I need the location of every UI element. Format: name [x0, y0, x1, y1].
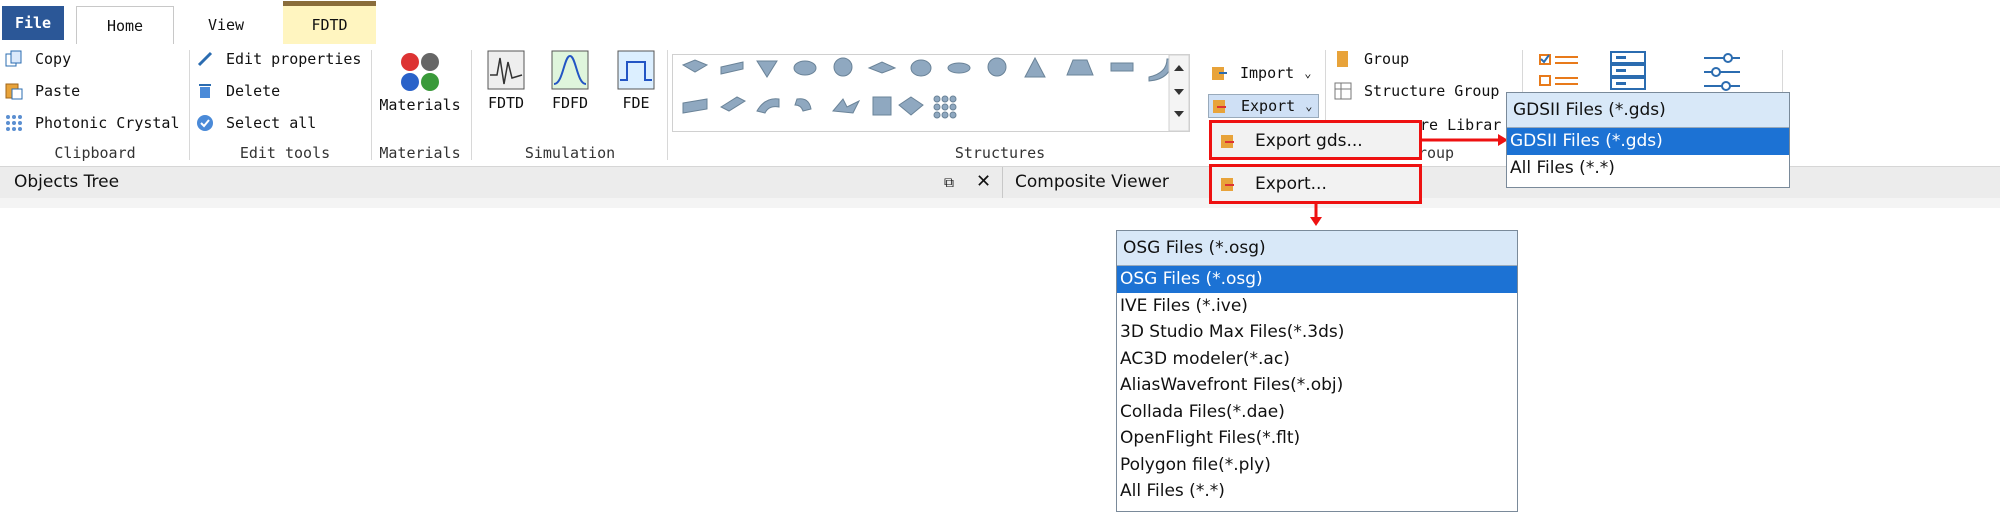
group-icon [1334, 50, 1352, 68]
edit-properties-button[interactable]: Edit properties [196, 50, 361, 68]
import-button[interactable]: Import ⌄ [1210, 64, 1311, 82]
group-label: Group [1364, 50, 1410, 68]
paste-label: Paste [35, 82, 81, 100]
structures-group-label: Structures [954, 144, 1046, 162]
export-button[interactable]: Export ⌄ [1208, 94, 1320, 118]
import-icon [1210, 64, 1228, 82]
photonic-crystal-label: Photonic Crystal [35, 114, 180, 132]
fdfd-icon [551, 50, 589, 90]
osg-option-dae[interactable]: Collada Files(*.dae) [1117, 399, 1517, 426]
ribbon-tabs: File Home View FDTD [0, 0, 2000, 45]
structure-group-icon [1334, 82, 1352, 100]
trash-icon [196, 82, 214, 100]
gds-option-all-files[interactable]: All Files (*.*) [1507, 155, 1789, 182]
paste-icon [5, 82, 23, 100]
pencil-icon [196, 50, 214, 68]
edit-tools-group-label: Edit tools [239, 144, 331, 162]
photonic-crystal-icon [5, 114, 23, 132]
copy-button[interactable]: Copy [5, 50, 71, 68]
check-circle-icon [196, 114, 214, 132]
group-divider [471, 50, 472, 160]
select-all-button[interactable]: Select all [196, 114, 316, 132]
structures-gallery[interactable] [672, 54, 1190, 132]
simulation-group-label: Simulation [524, 144, 616, 162]
osg-option-flt[interactable]: OpenFlight Files(*.flt) [1117, 425, 1517, 452]
fde-button[interactable]: FDE [614, 50, 658, 112]
materials-button[interactable]: Materials [378, 52, 462, 114]
edit-properties-label: Edit properties [226, 50, 362, 68]
fde-label: FDE [622, 94, 650, 112]
structure-group-button[interactable]: Structure Group [1334, 82, 1499, 100]
group-divider [189, 50, 190, 160]
osg-option-obj[interactable]: AliasWavefront Files(*.obj) [1117, 372, 1517, 399]
composite-viewer-title: Composite Viewer [1015, 172, 1169, 192]
paste-button[interactable]: Paste [5, 82, 80, 100]
highlight-box [1209, 164, 1422, 204]
export-label: Export [1241, 97, 1296, 115]
arrow-right-icon [1422, 134, 1508, 146]
chevron-down-icon: ⌄ [1304, 66, 1312, 80]
group-divider [667, 50, 668, 160]
restore-icon[interactable]: ⧉ [944, 175, 954, 191]
osg-option-ac[interactable]: AC3D modeler(*.ac) [1117, 346, 1517, 373]
copy-icon [5, 50, 23, 68]
osg-option-ive[interactable]: IVE Files (*.ive) [1117, 293, 1517, 320]
panel-divider [1002, 167, 1003, 199]
gds-dropdown-header[interactable]: GDSII Files (*.gds) [1507, 93, 1789, 128]
arrow-down-icon [1310, 204, 1322, 226]
group-divider [371, 50, 372, 160]
settings-sliders-icon[interactable] [1702, 52, 1742, 96]
server-icon[interactable] [1608, 50, 1648, 96]
fdtd-button[interactable]: FDTD [484, 50, 528, 112]
tab-file[interactable]: File [2, 6, 64, 40]
list-view-icon[interactable] [1538, 52, 1580, 96]
photonic-crystal-button[interactable]: Photonic Crystal [5, 114, 180, 132]
osg-option-osg[interactable]: OSG Files (*.osg) [1117, 266, 1517, 293]
osg-option-3ds[interactable]: 3D Studio Max Files(*.3ds) [1117, 319, 1517, 346]
highlight-box [1209, 120, 1422, 160]
materials-label: Materials [379, 96, 461, 114]
import-label: Import [1240, 64, 1295, 82]
gds-file-type-dropdown[interactable]: GDSII Files (*.gds) GDSII Files (*.gds) … [1506, 92, 1790, 188]
structure-shapes-icon [681, 54, 1190, 132]
delete-label: Delete [226, 82, 281, 100]
osg-dropdown-header[interactable]: OSG Files (*.osg) [1117, 231, 1517, 266]
chevron-down-icon: ⌄ [1305, 99, 1313, 113]
fdtd-label: FDTD [487, 94, 525, 112]
fdfd-button[interactable]: FDFD [548, 50, 592, 112]
osg-option-ply[interactable]: Polygon file(*.ply) [1117, 452, 1517, 479]
export-icon [1211, 97, 1229, 115]
tab-home[interactable]: Home [76, 6, 174, 45]
structure-group-label: Structure Group [1364, 82, 1500, 100]
group-button[interactable]: Group [1334, 50, 1409, 68]
fde-icon [617, 50, 655, 90]
close-icon[interactable]: ✕ [976, 171, 991, 192]
select-all-label: Select all [226, 114, 317, 132]
tab-view[interactable]: View [190, 6, 262, 44]
fdtd-icon [487, 50, 525, 90]
gds-option-gds[interactable]: GDSII Files (*.gds) [1507, 128, 1789, 155]
materials-group-label: Materials [379, 144, 461, 162]
panel-tabs-strip [0, 198, 2000, 208]
objects-tree-title: Objects Tree [14, 172, 120, 192]
osg-file-type-dropdown[interactable]: OSG Files (*.osg) OSG Files (*.osg) IVE … [1116, 230, 1518, 512]
clipboard-group-label: Clipboard [54, 144, 136, 162]
fdfd-label: FDFD [551, 94, 589, 112]
materials-icon [401, 53, 439, 91]
copy-label: Copy [35, 50, 72, 68]
tab-fdtd[interactable]: FDTD [283, 1, 376, 44]
delete-button[interactable]: Delete [196, 82, 280, 100]
osg-option-all-files[interactable]: All Files (*.*) [1117, 478, 1517, 505]
